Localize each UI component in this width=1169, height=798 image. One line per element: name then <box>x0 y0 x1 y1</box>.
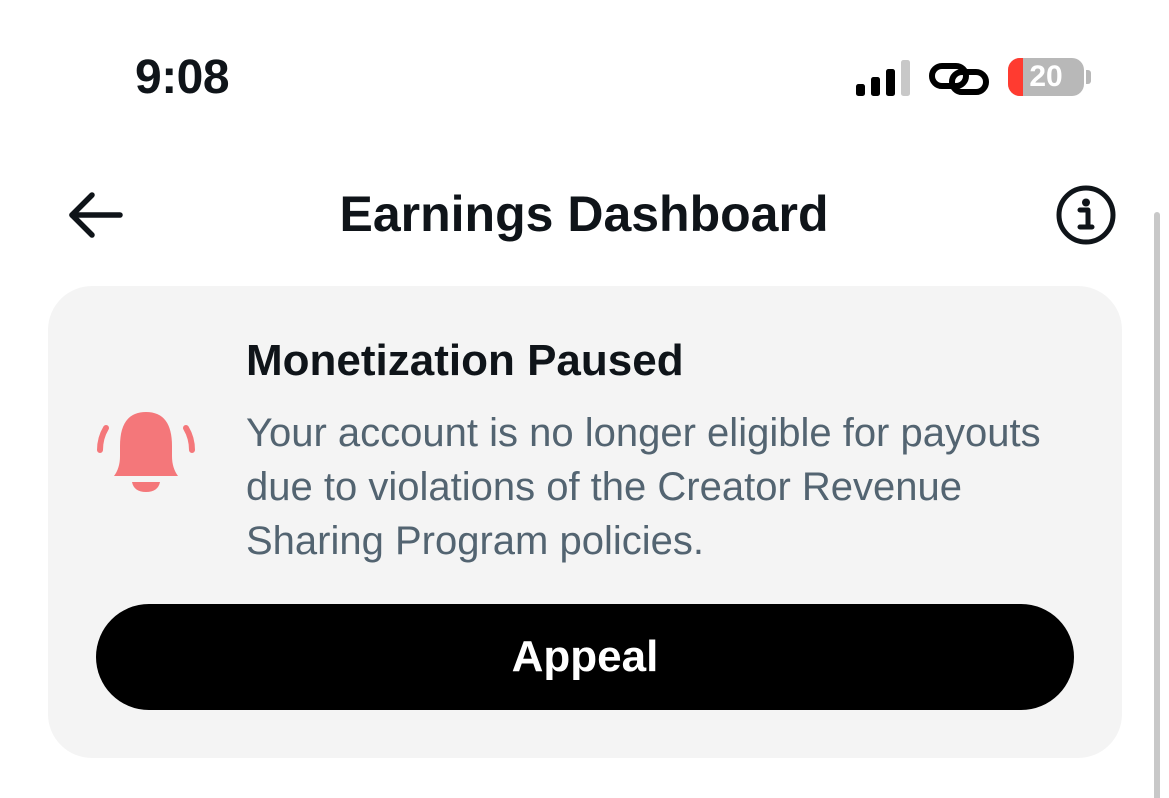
link-icon <box>929 63 989 95</box>
battery-cap <box>1086 70 1091 84</box>
notice-title: Monetization Paused <box>246 336 684 385</box>
bell-icon <box>97 412 195 492</box>
appeal-button[interactable]: Appeal <box>96 604 1074 710</box>
info-button[interactable] <box>1054 183 1118 247</box>
back-arrow-icon <box>69 192 123 238</box>
battery-percentage: 20 <box>1029 60 1063 93</box>
battery-indicator: 20 <box>1008 58 1084 96</box>
status-time: 9:08 <box>135 51 230 104</box>
monetization-notice-card: Monetization Paused Your account is no l… <box>48 286 1122 758</box>
scroll-indicator <box>1154 212 1160 798</box>
earnings-dashboard-screen: 9:08 20 Earnings Dashboard Monetization … <box>0 0 1169 798</box>
notice-message: Your account is no longer eligible for p… <box>246 411 1041 563</box>
info-icon <box>1056 185 1116 245</box>
back-button[interactable] <box>62 182 128 248</box>
cellular-signal-icon <box>856 60 910 96</box>
page-title: Earnings Dashboard <box>339 186 829 242</box>
